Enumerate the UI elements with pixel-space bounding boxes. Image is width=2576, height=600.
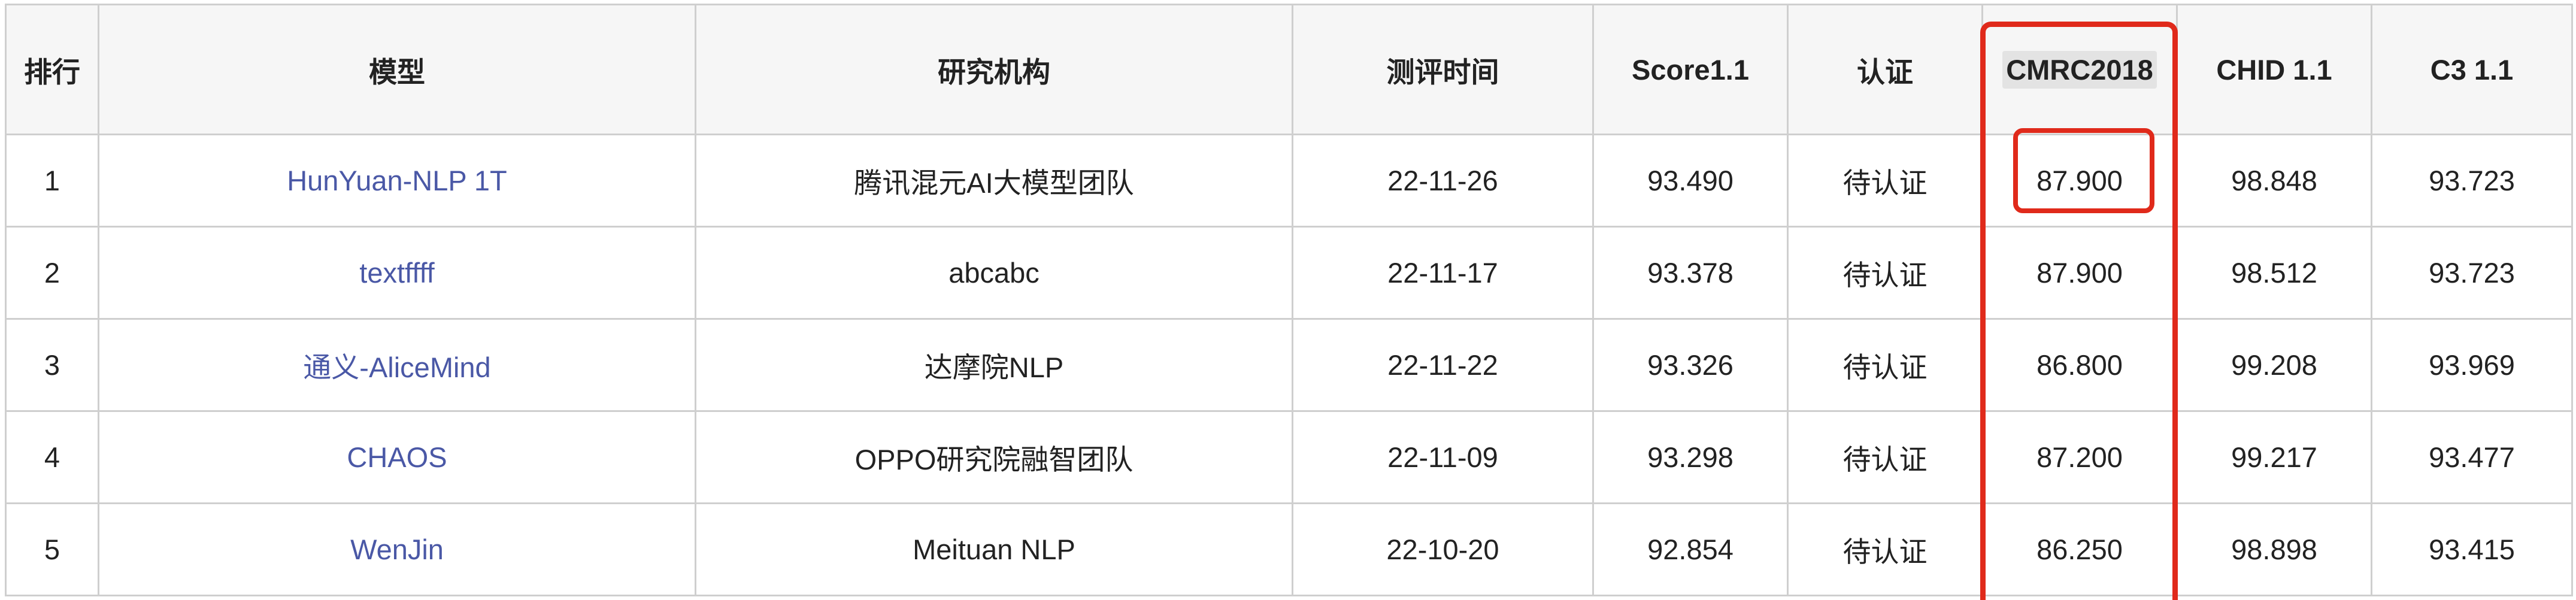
rank-cell: 3 — [5, 318, 99, 412]
header-cmrc2018-label: CMRC2018 — [2002, 50, 2157, 89]
chid-cell: 98.512 — [2176, 226, 2372, 320]
rank-cell: 1 — [5, 134, 99, 228]
cmrc2018-cell: 87.900 — [1981, 134, 2178, 228]
c3-cell: 93.477 — [2371, 410, 2573, 504]
certification-cell: 待认证 — [1787, 134, 1983, 228]
score-cell: 93.378 — [1592, 226, 1789, 320]
score-cell: 92.854 — [1592, 502, 1789, 596]
c3-cell: 93.969 — [2371, 318, 2573, 412]
header-certification[interactable]: 认证 — [1787, 4, 1983, 135]
model-cell: textffff — [98, 226, 696, 320]
chid-cell: 98.848 — [2176, 134, 2372, 228]
certification-cell: 待认证 — [1787, 502, 1983, 596]
cmrc2018-cell: 87.900 — [1981, 226, 2178, 320]
cmrc2018-cell: 86.800 — [1981, 318, 2178, 412]
table-row: 4 CHAOS OPPO研究院融智团队 22-11-09 93.298 待认证 … — [5, 410, 2573, 504]
rank-cell: 4 — [5, 410, 99, 504]
cmrc2018-cell: 86.250 — [1981, 502, 2178, 596]
score-cell: 93.326 — [1592, 318, 1789, 412]
institution-cell: 达摩院NLP — [695, 318, 1293, 412]
header-eval-time[interactable]: 测评时间 — [1292, 4, 1594, 135]
score-cell: 93.298 — [1592, 410, 1789, 504]
eval-time-cell: 22-11-26 — [1292, 134, 1594, 228]
eval-time-cell: 22-11-22 — [1292, 318, 1594, 412]
score-cell: 93.490 — [1592, 134, 1789, 228]
chid-cell: 99.208 — [2176, 318, 2372, 412]
table-row: 2 textffff abcabc 22-11-17 93.378 待认证 87… — [5, 226, 2573, 320]
rank-cell: 5 — [5, 502, 99, 596]
model-link[interactable]: HunYuan-NLP 1T — [287, 165, 507, 196]
header-cmrc2018[interactable]: CMRC2018 — [1981, 4, 2178, 135]
header-rank[interactable]: 排行 — [5, 4, 99, 135]
cmrc2018-cell: 87.200 — [1981, 410, 2178, 504]
model-cell: WenJin — [98, 502, 696, 596]
institution-cell: abcabc — [695, 226, 1293, 320]
institution-cell: OPPO研究院融智团队 — [695, 410, 1293, 504]
header-model[interactable]: 模型 — [98, 4, 696, 135]
institution-cell: Meituan NLP — [695, 502, 1293, 596]
model-link[interactable]: CHAOS — [347, 441, 447, 473]
table-row: 1 HunYuan-NLP 1T 腾讯混元AI大模型团队 22-11-26 93… — [5, 134, 2573, 228]
model-cell: HunYuan-NLP 1T — [98, 134, 696, 228]
leaderboard-table: 排行 模型 研究机构 测评时间 Score1.1 认证 CMRC2018 CHI… — [5, 4, 2573, 596]
c3-cell: 93.723 — [2371, 226, 2573, 320]
rank-cell: 2 — [5, 226, 99, 320]
certification-cell: 待认证 — [1787, 410, 1983, 504]
header-row: 排行 模型 研究机构 测评时间 Score1.1 认证 CMRC2018 CHI… — [5, 4, 2573, 135]
header-institution[interactable]: 研究机构 — [695, 4, 1293, 135]
eval-time-cell: 22-10-20 — [1292, 502, 1594, 596]
certification-cell: 待认证 — [1787, 226, 1983, 320]
eval-time-cell: 22-11-17 — [1292, 226, 1594, 320]
header-c3[interactable]: C3 1.1 — [2371, 4, 2573, 135]
leaderboard-screenshot: 排行 模型 研究机构 测评时间 Score1.1 认证 CMRC2018 CHI… — [0, 0, 2576, 600]
model-link[interactable]: textffff — [359, 257, 434, 289]
model-link[interactable]: 通义-AliceMind — [303, 351, 490, 383]
chid-cell: 99.217 — [2176, 410, 2372, 504]
c3-cell: 93.415 — [2371, 502, 2573, 596]
model-link[interactable]: WenJin — [350, 534, 444, 565]
header-chid[interactable]: CHID 1.1 — [2176, 4, 2372, 135]
chid-cell: 98.898 — [2176, 502, 2372, 596]
model-cell: CHAOS — [98, 410, 696, 504]
table-row: 5 WenJin Meituan NLP 22-10-20 92.854 待认证… — [5, 502, 2573, 596]
model-cell: 通义-AliceMind — [98, 318, 696, 412]
certification-cell: 待认证 — [1787, 318, 1983, 412]
eval-time-cell: 22-11-09 — [1292, 410, 1594, 504]
table-row: 3 通义-AliceMind 达摩院NLP 22-11-22 93.326 待认… — [5, 318, 2573, 412]
c3-cell: 93.723 — [2371, 134, 2573, 228]
header-score[interactable]: Score1.1 — [1592, 4, 1789, 135]
institution-cell: 腾讯混元AI大模型团队 — [695, 134, 1293, 228]
